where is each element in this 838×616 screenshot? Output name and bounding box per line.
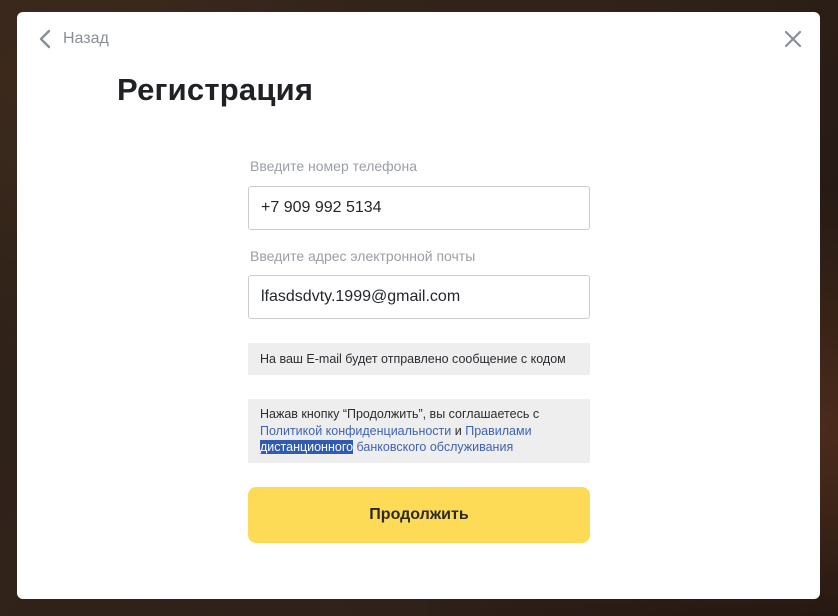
phone-input[interactable] (248, 186, 590, 230)
email-input[interactable] (248, 275, 590, 319)
email-notice: На ваш E-mail будет отправлено сообщение… (248, 343, 590, 375)
email-label: Введите адрес электронной почты (250, 248, 476, 264)
banking-rules-link-part2: банковского обслуживания (356, 440, 514, 454)
page-title: Регистрация (117, 72, 314, 107)
consent-conjunction: и (454, 423, 462, 438)
continue-button[interactable]: Продолжить (248, 487, 590, 543)
consent-text: Нажав кнопку “Продолжить”, вы соглашаете… (248, 399, 590, 463)
consent-prefix: Нажав кнопку “Продолжить”, вы соглашаете… (260, 407, 540, 421)
close-icon[interactable] (784, 30, 802, 48)
chevron-left-icon (39, 29, 51, 49)
phone-label: Введите номер телефона (250, 158, 417, 174)
privacy-policy-link[interactable]: Политикой конфиденциальности (260, 424, 451, 438)
banking-rules-link-part1: Правилами (465, 423, 532, 438)
back-button[interactable]: Назад (37, 28, 109, 50)
back-label: Назад (63, 30, 109, 47)
selected-text: дистанционного (260, 440, 354, 454)
registration-modal: Назад Регистрация Введите номер телефона… (17, 12, 820, 599)
